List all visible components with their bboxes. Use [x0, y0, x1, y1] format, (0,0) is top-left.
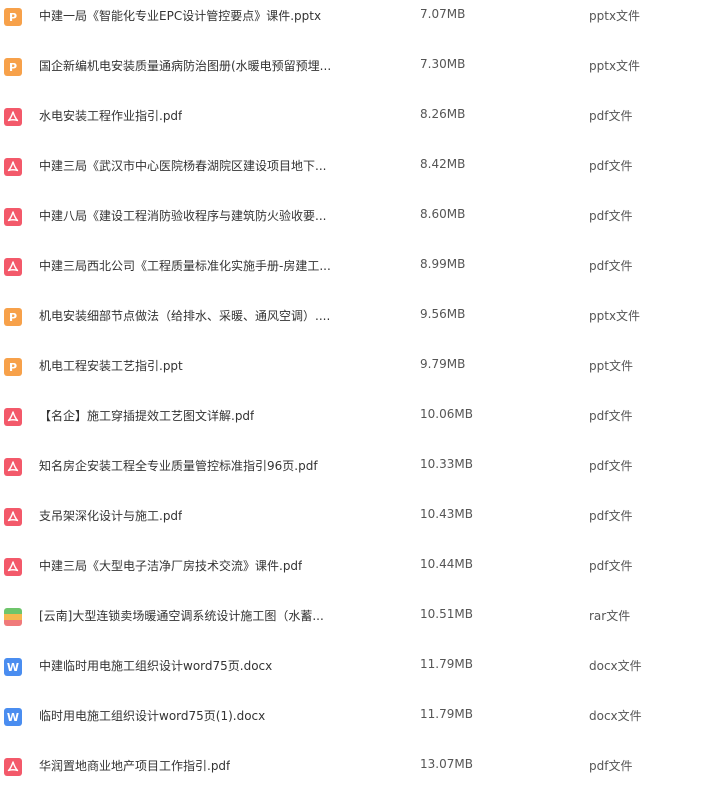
file-name[interactable]: 中建八局《建设工程消防验收程序与建筑防火验收要... [39, 207, 326, 224]
file-type: pdf文件 [589, 759, 633, 773]
file-name[interactable]: 机电工程安装工艺指引.ppt [39, 357, 183, 374]
file-row[interactable]: 中建三局《武汉市中心医院杨春湖院区建设项目地下... 8.42MB pdf文件 [0, 150, 715, 200]
ppt-icon: P [4, 58, 22, 76]
file-size: 10.51MB [420, 607, 473, 621]
file-name[interactable]: 中建临时用电施工组织设计word75页.docx [39, 657, 272, 674]
file-name[interactable]: 支吊架深化设计与施工.pdf [39, 507, 182, 524]
pdf-icon [4, 258, 22, 276]
file-size: 11.79MB [420, 707, 473, 721]
file-name[interactable]: 中建三局西北公司《工程质量标准化实施手册-房建工... [39, 257, 331, 274]
file-name[interactable]: 华润置地商业地产项目工作指引.pdf [39, 757, 230, 774]
pdf-icon [4, 408, 22, 426]
file-size: 13.07MB [420, 757, 473, 771]
file-size: 9.79MB [420, 357, 466, 371]
file-row[interactable]: P 中建一局《智能化专业EPC设计管控要点》课件.pptx 7.07MB pptx文件 [0, 0, 715, 50]
file-size: 8.60MB [420, 207, 466, 221]
file-row[interactable]: 水电安装工程作业指引.pdf 8.26MB pdf文件 [0, 100, 715, 150]
file-type: pdf文件 [589, 559, 633, 573]
pdf-icon [4, 208, 22, 226]
file-type: pptx文件 [589, 59, 641, 73]
file-name[interactable]: 中建三局《武汉市中心医院杨春湖院区建设项目地下... [39, 157, 326, 174]
file-size: 8.26MB [420, 107, 466, 121]
pdf-icon [4, 558, 22, 576]
pdf-icon [4, 158, 22, 176]
pdf-icon [4, 458, 22, 476]
file-size: 7.30MB [420, 57, 466, 71]
file-row[interactable]: W 临时用电施工组织设计word75页(1).docx 11.79MB docx文件 [0, 700, 715, 750]
file-type: pdf文件 [589, 509, 633, 523]
file-type: pptx文件 [589, 309, 641, 323]
file-row[interactable]: 支吊架深化设计与施工.pdf 10.43MB pdf文件 [0, 500, 715, 550]
file-name[interactable]: 知名房企安装工程全专业质量管控标准指引96页.pdf [39, 457, 318, 474]
file-name[interactable]: 【名企】施工穿插提效工艺图文详解.pdf [39, 407, 254, 424]
file-type: pptx文件 [589, 9, 641, 23]
file-row[interactable]: P 国企新编机电安装质量通病防治图册(水暖电预留预埋... 7.30MB pptx文件 [0, 50, 715, 100]
file-size: 11.79MB [420, 657, 473, 671]
file-row[interactable]: 中建三局《大型电子洁净厂房技术交流》课件.pdf 10.44MB pdf文件 [0, 550, 715, 600]
pdf-icon [4, 758, 22, 776]
ppt-icon: P [4, 358, 22, 376]
file-size: 10.44MB [420, 557, 473, 571]
file-type: docx文件 [589, 659, 642, 673]
file-size: 8.99MB [420, 257, 466, 271]
file-size: 8.42MB [420, 157, 466, 171]
file-row[interactable]: P 机电安装细部节点做法（给排水、采暖、通风空调）.... 9.56MB pptx文件 [0, 300, 715, 350]
file-name[interactable]: 机电安装细部节点做法（给排水、采暖、通风空调）.... [39, 307, 330, 324]
file-name[interactable]: 临时用电施工组织设计word75页(1).docx [39, 707, 265, 724]
pdf-icon [4, 108, 22, 126]
file-type: rar文件 [589, 609, 631, 623]
file-type: pdf文件 [589, 209, 633, 223]
rar-icon [4, 608, 22, 626]
file-row[interactable]: [云南]大型连锁卖场暖通空调系统设计施工图（水蓄... 10.51MB rar文件 [0, 600, 715, 650]
file-row[interactable]: W 中建临时用电施工组织设计word75页.docx 11.79MB docx文件 [0, 650, 715, 700]
file-name[interactable]: 中建三局《大型电子洁净厂房技术交流》课件.pdf [39, 557, 302, 574]
word-icon: W [4, 658, 22, 676]
file-row[interactable]: P 机电工程安装工艺指引.ppt 9.79MB ppt文件 [0, 350, 715, 400]
file-type: pdf文件 [589, 259, 633, 273]
file-row[interactable]: 华润置地商业地产项目工作指引.pdf 13.07MB pdf文件 [0, 750, 715, 800]
file-type: pdf文件 [589, 409, 633, 423]
ppt-icon: P [4, 308, 22, 326]
file-size: 9.56MB [420, 307, 466, 321]
file-row[interactable]: 知名房企安装工程全专业质量管控标准指引96页.pdf 10.33MB pdf文件 [0, 450, 715, 500]
file-row[interactable]: 中建三局西北公司《工程质量标准化实施手册-房建工... 8.99MB pdf文件 [0, 250, 715, 300]
file-size: 7.07MB [420, 7, 466, 21]
word-icon: W [4, 708, 22, 726]
file-type: ppt文件 [589, 359, 633, 373]
file-name[interactable]: 水电安装工程作业指引.pdf [39, 107, 182, 124]
file-size: 10.43MB [420, 507, 473, 521]
file-type: pdf文件 [589, 109, 633, 123]
file-size: 10.06MB [420, 407, 473, 421]
pdf-icon [4, 508, 22, 526]
file-size: 10.33MB [420, 457, 473, 471]
file-type: pdf文件 [589, 459, 633, 473]
ppt-icon: P [4, 8, 22, 26]
file-name[interactable]: 中建一局《智能化专业EPC设计管控要点》课件.pptx [39, 7, 321, 24]
file-type: pdf文件 [589, 159, 633, 173]
file-name[interactable]: 国企新编机电安装质量通病防治图册(水暖电预留预埋... [39, 57, 331, 74]
file-type: docx文件 [589, 709, 642, 723]
file-name[interactable]: [云南]大型连锁卖场暖通空调系统设计施工图（水蓄... [39, 607, 324, 624]
file-row[interactable]: 【名企】施工穿插提效工艺图文详解.pdf 10.06MB pdf文件 [0, 400, 715, 450]
file-row[interactable]: 中建八局《建设工程消防验收程序与建筑防火验收要... 8.60MB pdf文件 [0, 200, 715, 250]
